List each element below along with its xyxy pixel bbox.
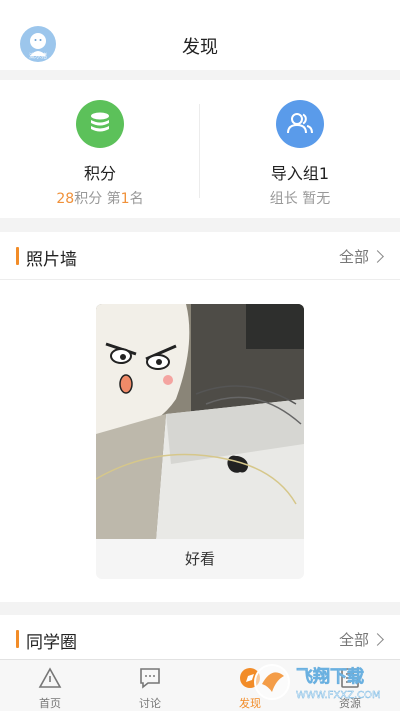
photo-wall-more-link[interactable]: 全部	[338, 245, 384, 267]
chevron-right-icon	[371, 632, 384, 646]
points-value: 28	[56, 191, 75, 207]
rank-value: 1	[120, 191, 130, 207]
page-title: 发现	[182, 37, 218, 58]
more-label: 全部	[338, 630, 369, 649]
photo-wall-title: 照片墙	[26, 250, 77, 270]
group-leader-value: 暂无	[302, 191, 331, 207]
coin-stack-icon	[76, 100, 124, 148]
group-title: 导入组1	[270, 164, 330, 183]
home-triangle-icon	[38, 667, 62, 688]
points-title: 积分	[83, 164, 116, 183]
photo-image	[96, 304, 304, 539]
group-leader-label: 组长	[269, 191, 298, 207]
stats-panel: 积分 28积分 第1名 导入组1 组长 暂无	[0, 80, 400, 218]
rank-suffix: 名	[129, 191, 144, 207]
group-leader: 组长 暂无	[200, 188, 400, 208]
tab-home[interactable]: 首页	[0, 660, 100, 711]
top-nav-bar: 流乐猪 发现	[0, 0, 400, 70]
watermark-brand: 飞翔下载	[296, 666, 364, 687]
watermark-url: WWW.FXXZ.COM	[296, 690, 381, 701]
tab-label: 讨论	[139, 697, 161, 710]
points-card[interactable]: 积分 28积分 第1名	[0, 80, 200, 218]
section-accent-bar	[16, 630, 19, 648]
group-users-icon	[276, 100, 324, 148]
photo-wall-header: 照片墙 全部	[0, 232, 400, 280]
chevron-right-icon	[371, 249, 384, 263]
photo-card[interactable]: 好看	[96, 304, 304, 579]
points-summary: 28积分 第1名	[0, 188, 200, 208]
group-card[interactable]: 导入组1 组长 暂无	[200, 80, 400, 218]
points-unit: 积分	[74, 191, 103, 207]
classmates-more-link[interactable]: 全部	[338, 628, 384, 650]
rank-prefix: 第	[106, 191, 121, 207]
photo-wall: 好看	[0, 280, 400, 602]
tab-label: 首页	[39, 697, 61, 710]
tab-discussion[interactable]: 讨论	[100, 660, 200, 711]
watermark-logo-icon: 飞翔下载 WWW.FXXZ.COM	[254, 664, 381, 701]
chat-icon	[140, 668, 160, 689]
photo-caption: 好看	[184, 550, 215, 568]
classmates-header: 同学圈 全部	[0, 615, 400, 663]
more-label: 全部	[338, 247, 369, 266]
classmates-title: 同学圈	[26, 633, 77, 653]
site-watermark: 飞翔下载 WWW.FXXZ.COM	[252, 658, 392, 706]
section-accent-bar	[16, 247, 19, 265]
